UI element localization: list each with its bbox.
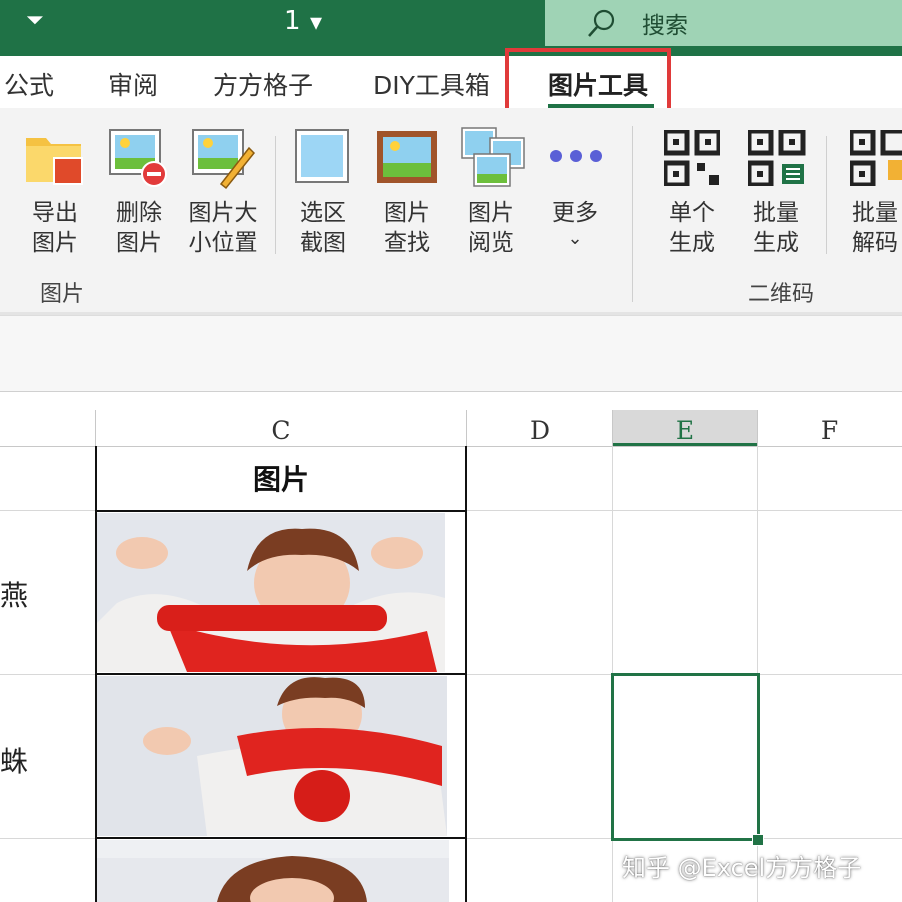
column-header-f[interactable]: F [757, 410, 902, 446]
button-label-line1: 图片 [468, 200, 514, 226]
button-label-line2: 图片 [32, 230, 78, 256]
column-header-divider [757, 410, 758, 446]
table-border [95, 837, 467, 839]
ribbon-group-label-picture: 图片 [40, 282, 85, 307]
button-label-line1: 删除 [116, 200, 162, 226]
button-label-line2: 小位置 [188, 230, 258, 256]
region-screenshot-button[interactable]: 选区 截图 [286, 124, 360, 294]
button-label-line1: 导出 [32, 200, 78, 226]
button-label-line2: 生成 [753, 230, 799, 256]
formula-bar-area [0, 315, 902, 392]
button-label-line1: 图片大 [188, 200, 258, 226]
table-border [95, 673, 467, 675]
more-button[interactable]: 更多 ⌄ [538, 124, 612, 294]
tab-formulas[interactable]: 公式 [4, 66, 54, 102]
search-placeholder: 搜索 [642, 13, 688, 39]
folder-picture-icon [26, 138, 83, 185]
batch-qr-generate-button[interactable]: 批量 生成 [739, 124, 813, 294]
person-photo-image [97, 676, 447, 836]
screenshot-frame-icon [295, 129, 349, 183]
button-label-line2: 截图 [300, 230, 346, 256]
tab-review[interactable]: 审阅 [108, 66, 158, 102]
search-icon [588, 9, 615, 37]
button-label-line1: 批量 [753, 200, 799, 226]
column-header-e[interactable]: E [613, 410, 757, 446]
button-label-line2: 查找 [384, 230, 430, 256]
ribbon-group-separator [632, 126, 633, 302]
picture-edit-icon [192, 129, 255, 190]
button-label-line2: 图片 [116, 230, 162, 256]
column-header-divider [466, 410, 467, 446]
name-cell-1[interactable]: 燕 [0, 574, 28, 614]
qr-code-list-icon [748, 130, 806, 186]
quick-access-dropdown-icon[interactable]: ⏷ [26, 8, 44, 33]
picture-search-button[interactable]: 图片 查找 [370, 124, 444, 294]
button-label-line2: 阅览 [468, 230, 514, 256]
chevron-down-icon: ⌄ [567, 228, 583, 249]
framed-picture-icon [377, 131, 437, 183]
photo-1[interactable] [97, 513, 445, 672]
table-border [95, 510, 467, 512]
name-cell-2[interactable]: 蛛 [0, 740, 28, 780]
batch-qr-decode-button[interactable]: 批量 解码 [842, 124, 902, 294]
photo-3[interactable] [97, 840, 449, 902]
button-label-line1: 单个 [669, 200, 715, 226]
column-header-divider [95, 410, 96, 446]
column-header-c[interactable]: C [96, 410, 466, 446]
button-label-line1: 选区 [300, 200, 346, 226]
watermark: 知乎 @Excel方方格子 [622, 854, 862, 882]
ribbon-group-label-qrcode: 二维码 [748, 282, 815, 307]
person-photo-image [97, 513, 445, 672]
photo-2[interactable] [97, 676, 447, 836]
document-title: 1 [284, 6, 301, 36]
column-header-divider [612, 410, 613, 446]
button-label-line1: 批量 [852, 200, 898, 226]
button-label-line1: 更多 [552, 200, 598, 226]
person-photo-image [97, 840, 449, 902]
button-label-line1: 图片 [384, 200, 430, 226]
export-picture-button[interactable]: 导出 图片 [18, 124, 92, 294]
button-label-line2: 解码 [852, 230, 898, 256]
fill-handle[interactable] [752, 834, 764, 846]
tab-fangfanggezi[interactable]: 方方格子 [213, 66, 313, 102]
ellipsis-icon [550, 150, 602, 162]
button-label-line2: 生成 [669, 230, 715, 256]
picture-size-position-button[interactable]: 图片大 小位置 [183, 124, 263, 294]
picture-browse-button[interactable]: 图片 阅览 [454, 124, 528, 294]
qr-code-icon [664, 130, 720, 186]
tab-diy-toolbox[interactable]: DIY工具箱 [373, 66, 490, 102]
picture-delete-icon [109, 129, 167, 187]
qr-decode-icon [850, 130, 902, 186]
delete-picture-button[interactable]: 删除 图片 [102, 124, 176, 294]
header-cell-picture[interactable]: 图片 [97, 446, 465, 510]
column-header-d[interactable]: D [467, 410, 613, 446]
title-dropdown-icon[interactable]: ▾ [310, 8, 322, 36]
picture-gallery-icon [461, 127, 525, 187]
active-cell-selection[interactable] [611, 673, 760, 841]
ribbon-separator [275, 136, 276, 254]
single-qr-generate-button[interactable]: 单个 生成 [655, 124, 729, 294]
ribbon-separator [826, 136, 827, 254]
